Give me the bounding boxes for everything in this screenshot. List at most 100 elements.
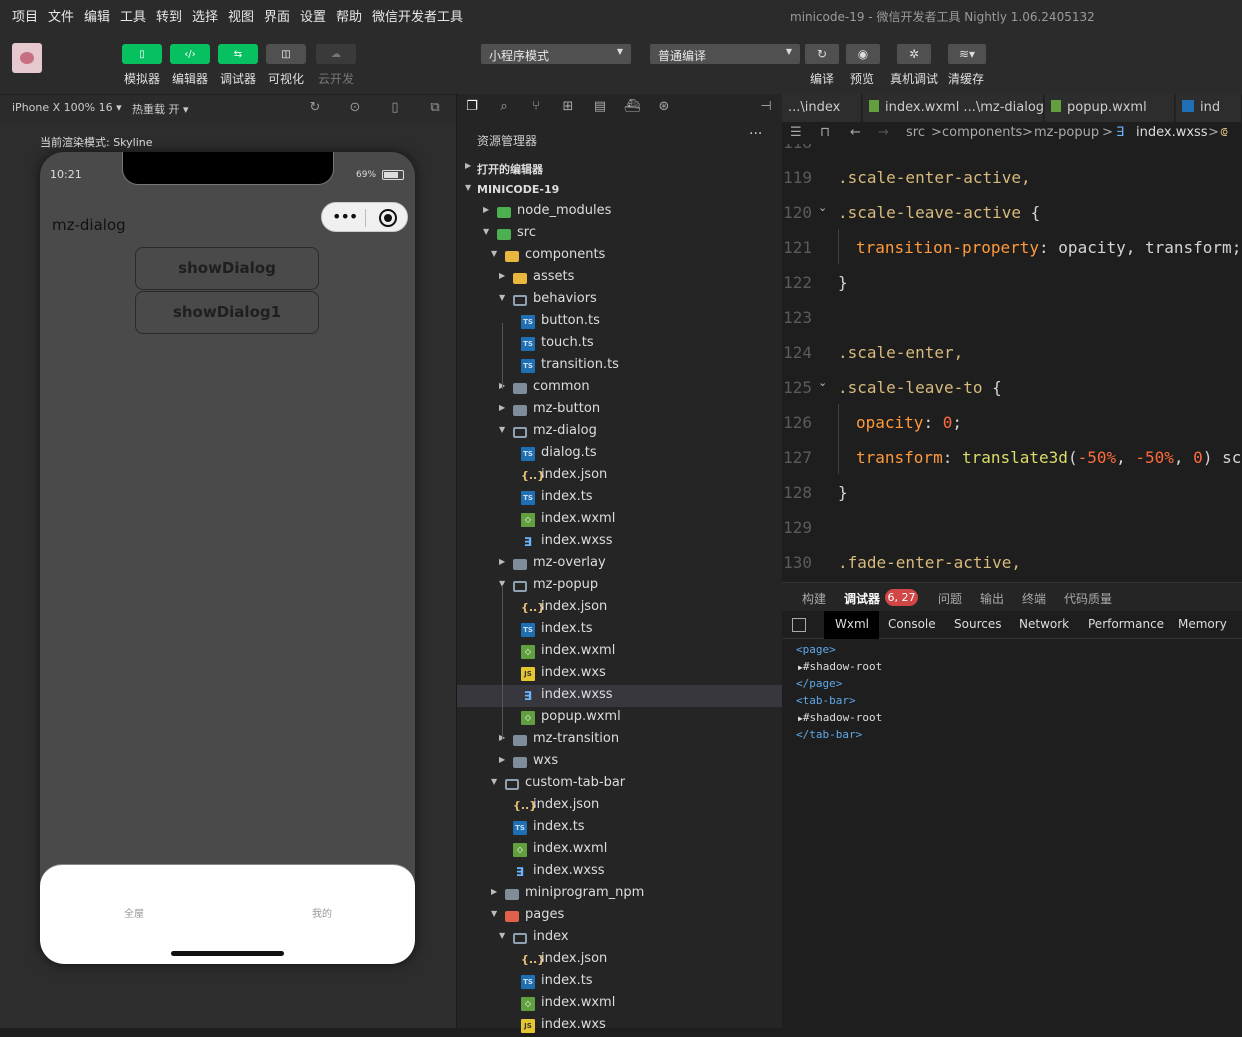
tab-output[interactable]: 输出 [980,590,1004,607]
tree-folder[interactable]: ▶ mz-overlay [457,553,783,575]
subtab-memory[interactable]: Memory [1178,617,1227,631]
tree-file[interactable]: ◇ index.wxml [457,509,783,531]
fold-chevron-icon[interactable]: ⌄ [818,376,827,389]
chevron-right-icon[interactable]: ▶ [483,205,489,214]
chevron-right-icon[interactable]: ▶ [499,271,505,280]
avatar[interactable] [12,43,42,73]
chevron-right-icon[interactable]: ▶ [499,403,505,412]
chevron-down-icon[interactable]: ▼ [491,777,497,786]
editor-tab-dialog-wxml[interactable]: index.wxml ...\mz-dialog [863,94,1044,122]
menu-wechat-devtools[interactable]: 微信开发者工具 [372,6,463,25]
tree-file[interactable]: {..} index.json [457,465,783,487]
tree-file[interactable]: {..} index.json [457,949,783,971]
menu-goto[interactable]: 转到 [156,6,182,25]
menu-project[interactable]: 项目 [12,6,38,25]
xml-node[interactable]: </tab-bar> [796,728,862,741]
more-icon[interactable]: ··· [749,126,762,142]
tree-folder[interactable]: ▶common [457,377,783,399]
subtab-wxml[interactable]: Wxml [835,617,869,631]
breadcrumb-mz-popup[interactable]: mz-popup [1034,125,1099,140]
tree-file[interactable]: TS index.ts [457,619,783,641]
cloud-button[interactable]: ☁ [316,44,356,64]
remote-debug-button[interactable]: ✲ [897,44,931,64]
tree-file[interactable]: JS index.wxs [457,663,783,685]
refresh-icon[interactable]: ↻ [307,100,323,116]
menu-select[interactable]: 选择 [192,6,218,25]
search-icon[interactable]: ⌕ [495,99,513,117]
debugger-button[interactable]: ⇆ [218,44,258,64]
open-editors-section[interactable]: ▶ 打开的编辑器 [457,157,783,179]
chevron-down-icon[interactable]: ▼ [499,293,505,302]
tree-file[interactable]: ∃ index.wxss [457,685,783,707]
menu-settings[interactable]: 设置 [300,6,326,25]
simulator-button[interactable]: ▯ [122,44,162,64]
tree-file[interactable]: TS button.ts [457,311,783,333]
compile-mode-select[interactable]: 普通编译 ▼ [650,44,800,64]
visual-button[interactable]: ◫ [266,44,306,64]
xml-node[interactable]: <tab-bar> [796,694,856,707]
tab-mine[interactable]: 我的 [312,905,332,920]
tree-folder[interactable]: ▶ mz-button [457,399,783,421]
tree-folder[interactable]: ▼ pages [457,905,783,927]
editor-tab-ind[interactable]: ind [1176,94,1242,122]
chevron-down-icon[interactable]: ▼ [491,249,497,258]
phone-icon[interactable]: ▯ [387,100,403,116]
show-dialog-button[interactable]: showDialog [135,247,319,290]
mode-select[interactable]: 小程序模式 ▼ [481,44,631,64]
breadcrumb-src[interactable]: src [906,125,925,140]
tree-file[interactable]: ◇ popup.wxml [457,707,783,729]
tree-folder[interactable]: ▼ index [457,927,783,949]
subtab-console[interactable]: Console [888,617,936,631]
tree-file[interactable]: TS transition.ts [457,355,783,377]
xml-node[interactable]: <page> [796,643,836,656]
tree-file[interactable]: {..} index.json [457,795,783,817]
subtab-network[interactable]: Network [1019,617,1069,631]
tree-folder[interactable]: ▼ behaviors [457,289,783,311]
tree-file[interactable]: TS index.ts [457,817,783,839]
menu-file[interactable]: 文件 [48,6,74,25]
tab-whole-house[interactable]: 全屋 [124,905,144,920]
device-select[interactable]: iPhone X 100% 16 ▾ [12,101,122,114]
tree-folder[interactable]: ▼ components [457,245,783,267]
source-control-icon[interactable]: ⑂ [527,99,545,117]
chevron-down-icon[interactable]: ▼ [483,227,489,236]
list-icon[interactable]: ☰ [790,125,802,140]
menu-help[interactable]: 帮助 [336,6,362,25]
tree-file[interactable]: {..} index.json [457,597,783,619]
tree-file[interactable]: TS index.ts [457,971,783,993]
tree-file[interactable]: JS index.wxs [457,1015,783,1037]
tree-folder[interactable]: ▼ src [457,223,783,245]
tab-code-quality[interactable]: 代码质量 [1064,590,1112,607]
chevron-down-icon[interactable]: ▼ [499,931,505,940]
xml-node[interactable]: </page> [796,677,842,690]
timeline-icon[interactable]: ⊛ [655,99,673,117]
tree-folder[interactable]: ▼ custom-tab-bar [457,773,783,795]
docker-icon[interactable]: ⛴ [623,99,641,117]
tree-folder[interactable]: ▼ mz-dialog [457,421,783,443]
tree-folder[interactable]: ▼ mz-popup [457,575,783,597]
tree-file[interactable]: ◇ index.wxml [457,993,783,1015]
xml-shadow-root[interactable]: ▶#shadow-root [798,660,882,673]
forward-arrow-icon[interactable]: → [878,125,889,140]
tree-file[interactable]: ◇ index.wxml [457,641,783,663]
files-icon[interactable]: ❐ [463,99,481,117]
tree-folder[interactable]: ▶ assets [457,267,783,289]
chevron-right-icon[interactable]: ▶ [499,755,505,764]
tree-file[interactable]: TS dialog.ts [457,443,783,465]
tree-file[interactable]: ◇ index.wxml [457,839,783,861]
clear-cache-button[interactable]: ≋▾ [948,44,986,64]
tab-problems[interactable]: 问题 [938,590,962,607]
tree-file[interactable]: ∃ index.wxss [457,531,783,553]
fold-chevron-icon[interactable]: ⌄ [818,201,827,214]
editor-button[interactable]: ‹/› [170,44,210,64]
element-picker-icon[interactable] [792,618,806,632]
breadcrumb-components[interactable]: components [942,125,1022,140]
tab-debugger[interactable]: 调试器 [844,590,880,607]
menu-tools[interactable]: 工具 [120,6,146,25]
hot-reload-select[interactable]: 热重载 开 ▾ [132,101,189,117]
project-section[interactable]: ▼ MINICODE-19 [457,179,783,201]
menu-view[interactable]: 视图 [228,6,254,25]
chevron-right-icon[interactable]: ▶ [499,557,505,566]
tree-folder[interactable]: ▶ miniprogram_npm [457,883,783,905]
show-dialog1-button[interactable]: showDialog1 [135,291,319,334]
